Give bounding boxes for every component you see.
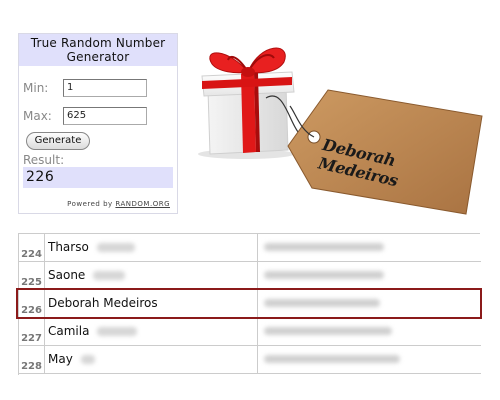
min-label: Min: [23, 81, 49, 95]
blurred-surname [93, 271, 126, 280]
row-number: 228 [19, 346, 45, 373]
blurred-surname [97, 327, 138, 336]
participant-name: May [48, 352, 73, 366]
blurred-surname [80, 355, 95, 364]
result-label: Result: [23, 153, 65, 167]
email-cell [259, 346, 481, 373]
winner-highlight-box [16, 288, 482, 319]
blurred-surname [96, 243, 135, 252]
table-row: 228 May [19, 346, 481, 374]
powered-by: Powered by RANDOM.ORG [19, 200, 170, 208]
max-input[interactable]: 625 [63, 107, 147, 125]
blurred-email [264, 243, 384, 251]
name-cell: Camila [46, 318, 258, 345]
email-cell [259, 318, 481, 345]
participant-name: Camila [48, 324, 90, 338]
participant-name: Tharso [48, 240, 89, 254]
row-number: 227 [19, 318, 45, 345]
result-value: 226 [23, 167, 173, 188]
powered-by-text: Powered by [67, 200, 113, 208]
email-cell [259, 262, 481, 289]
name-cell: May [46, 346, 258, 373]
participant-name: Saone [48, 268, 86, 282]
email-cell [259, 234, 481, 261]
blurred-email [264, 355, 400, 363]
name-cell: Tharso [46, 234, 258, 261]
table-row: 225 Saone [19, 262, 481, 290]
name-cell: Saone [46, 262, 258, 289]
row-number: 224 [19, 234, 45, 261]
table-row: 227 Camila [19, 318, 481, 346]
generate-button[interactable]: Generate [26, 132, 90, 150]
random-number-widget: True Random Number Generator Min: 1 Max:… [18, 33, 178, 214]
min-input[interactable]: 1 [63, 79, 147, 97]
max-label: Max: [23, 109, 52, 123]
widget-title: True Random Number Generator [19, 34, 177, 66]
random-org-link[interactable]: RANDOM.ORG [115, 200, 170, 208]
blurred-email [264, 327, 392, 335]
blurred-email [264, 271, 384, 279]
table-row: 224 Tharso [19, 234, 481, 262]
row-number: 225 [19, 262, 45, 289]
